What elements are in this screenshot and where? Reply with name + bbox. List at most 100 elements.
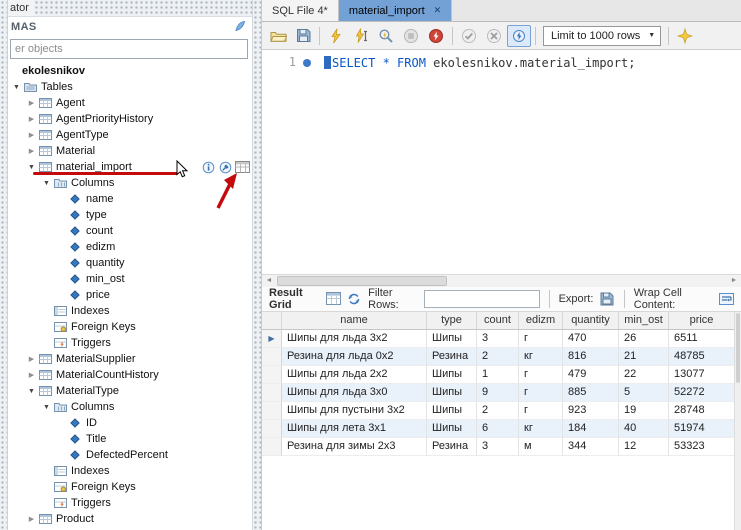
tree-item-indexes[interactable]: Indexes (8, 303, 252, 319)
info-icon[interactable] (201, 160, 216, 174)
cell-min_ost[interactable]: 26 (619, 330, 669, 348)
table-row[interactable]: Резина для зимы 2x3Резина3м3441253323 (262, 438, 734, 456)
filter-rows-input[interactable] (424, 290, 540, 308)
cell-quantity[interactable]: 816 (563, 348, 619, 366)
tree-item-agentpriorityhistory[interactable]: ▶AgentPriorityHistory (8, 111, 252, 127)
autocommit-toggle-icon[interactable] (507, 25, 531, 47)
panel-splitter[interactable] (252, 0, 262, 530)
tree-item-material-import[interactable]: ▼material_import (8, 159, 252, 175)
result-grid-icon[interactable] (325, 290, 340, 308)
cell-count[interactable]: 2 (477, 402, 519, 420)
cell-quantity[interactable]: 479 (563, 366, 619, 384)
table-row[interactable]: Шипы для пустыни 3x2Шипы2г9231928748 (262, 402, 734, 420)
open-table-icon[interactable] (235, 160, 250, 174)
cell-edizm[interactable]: г (519, 330, 563, 348)
wrench-icon[interactable] (218, 160, 233, 174)
explain-icon[interactable] (374, 25, 398, 47)
tree-item-materialsupplier[interactable]: ▶MaterialSupplier (8, 351, 252, 367)
cell-count[interactable]: 3 (477, 330, 519, 348)
cell-min_ost[interactable]: 21 (619, 348, 669, 366)
tree-item-min-ost[interactable]: min_ost (8, 271, 252, 287)
limit-rows-dropdown[interactable]: Limit to 1000 rows ▼ (543, 26, 661, 46)
refresh-schemas-icon[interactable] (234, 20, 246, 35)
tree-item-name[interactable]: name (8, 191, 252, 207)
column-header-min_ost[interactable]: min_ost (619, 312, 669, 330)
close-tab-icon[interactable]: ✕ (434, 5, 442, 16)
cell-name[interactable]: Шипы для льда 2x2 (282, 366, 427, 384)
cell-min_ost[interactable]: 19 (619, 402, 669, 420)
cell-min_ost[interactable]: 5 (619, 384, 669, 402)
panel-edge-grip[interactable] (0, 0, 8, 530)
hscroll-track[interactable] (276, 275, 727, 287)
tree-item-foreign-keys[interactable]: Foreign Keys (8, 319, 252, 335)
execute-icon[interactable] (324, 25, 348, 47)
tree-item-triggers[interactable]: Triggers (8, 495, 252, 511)
tree-item-edizm[interactable]: edizm (8, 239, 252, 255)
collapsed-arrow-icon[interactable]: ▶ (26, 515, 37, 523)
tree-item-count[interactable]: count (8, 223, 252, 239)
column-header-edizm[interactable]: edizm (519, 312, 563, 330)
collapsed-arrow-icon[interactable]: ▶ (26, 147, 37, 155)
cell-quantity[interactable]: 923 (563, 402, 619, 420)
tree-item-ekolesnikov[interactable]: ekolesnikov (8, 63, 252, 79)
tree-item-title[interactable]: Title (8, 431, 252, 447)
tree-item-foreign-keys[interactable]: Foreign Keys (8, 479, 252, 495)
sql-code-editor[interactable]: 1 SELECT * FROM ekolesnikov.material_imp… (262, 50, 741, 274)
filter-objects-input[interactable] (10, 39, 248, 59)
table-row[interactable]: Шипы для льда 3x0Шипы9г885552272 (262, 384, 734, 402)
tree-item-columns[interactable]: ▼Columns (8, 175, 252, 191)
cell-count[interactable]: 6 (477, 420, 519, 438)
expanded-arrow-icon[interactable]: ▼ (41, 180, 52, 187)
expanded-arrow-icon[interactable]: ▼ (26, 164, 37, 171)
cell-count[interactable]: 3 (477, 438, 519, 456)
column-header-price[interactable]: price (669, 312, 735, 330)
tree-item-id[interactable]: ID (8, 415, 252, 431)
tree-item-tables[interactable]: ▼Tables (8, 79, 252, 95)
table-row[interactable]: Шипы для льда 2x2Шипы1г4792213077 (262, 366, 734, 384)
collapsed-arrow-icon[interactable]: ▶ (26, 99, 37, 107)
tree-item-defectedpercent[interactable]: DefectedPercent (8, 447, 252, 463)
tab-material-import[interactable]: material_import ✕ (339, 0, 452, 21)
cell-quantity[interactable]: 470 (563, 330, 619, 348)
expanded-arrow-icon[interactable]: ▼ (26, 388, 37, 395)
cell-price[interactable]: 48785 (669, 348, 735, 366)
cell-price[interactable]: 13077 (669, 366, 735, 384)
tree-item-price[interactable]: price (8, 287, 252, 303)
scroll-right-icon[interactable]: ► (727, 275, 741, 287)
tree-item-indexes[interactable]: Indexes (8, 463, 252, 479)
cell-name[interactable]: Шипы для лета 3x1 (282, 420, 427, 438)
open-script-icon[interactable] (266, 25, 290, 47)
cell-name[interactable]: Резина для льда 0x2 (282, 348, 427, 366)
cell-name[interactable]: Резина для зимы 2x3 (282, 438, 427, 456)
collapsed-arrow-icon[interactable]: ▶ (26, 115, 37, 123)
stop-on-error-icon[interactable] (424, 25, 448, 47)
tree-item-product[interactable]: ▶Product (8, 511, 252, 527)
grid-vscroll-thumb[interactable] (736, 313, 740, 383)
column-header-name[interactable]: name (282, 312, 427, 330)
tree-item-materialtype[interactable]: ▼MaterialType (8, 383, 252, 399)
editor-hscrollbar[interactable]: ◄ ► (262, 274, 741, 287)
cell-edizm[interactable]: г (519, 402, 563, 420)
column-header-quantity[interactable]: quantity (563, 312, 619, 330)
scroll-left-icon[interactable]: ◄ (262, 275, 276, 287)
tree-item-material[interactable]: ▶Material (8, 143, 252, 159)
beautify-script-icon[interactable] (673, 25, 697, 47)
cell-name[interactable]: Шипы для пустыни 3x2 (282, 402, 427, 420)
collapsed-arrow-icon[interactable]: ▶ (26, 371, 37, 379)
tree-item-quantity[interactable]: quantity (8, 255, 252, 271)
tree-item-agenttype[interactable]: ▶AgentType (8, 127, 252, 143)
cell-quantity[interactable]: 184 (563, 420, 619, 438)
cell-price[interactable]: 28748 (669, 402, 735, 420)
execute-current-icon[interactable] (349, 25, 373, 47)
cell-edizm[interactable]: кг (519, 348, 563, 366)
save-script-icon[interactable] (291, 25, 315, 47)
table-row[interactable]: Шипы для лета 3x1Шипы6кг1844051974 (262, 420, 734, 438)
cell-quantity[interactable]: 885 (563, 384, 619, 402)
cell-count[interactable]: 1 (477, 366, 519, 384)
cell-min_ost[interactable]: 22 (619, 366, 669, 384)
cell-type[interactable]: Шипы (427, 420, 477, 438)
expanded-arrow-icon[interactable]: ▼ (11, 84, 22, 91)
expanded-arrow-icon[interactable]: ▼ (41, 404, 52, 411)
cell-type[interactable]: Шипы (427, 366, 477, 384)
tree-item-agent[interactable]: ▶Agent (8, 95, 252, 111)
